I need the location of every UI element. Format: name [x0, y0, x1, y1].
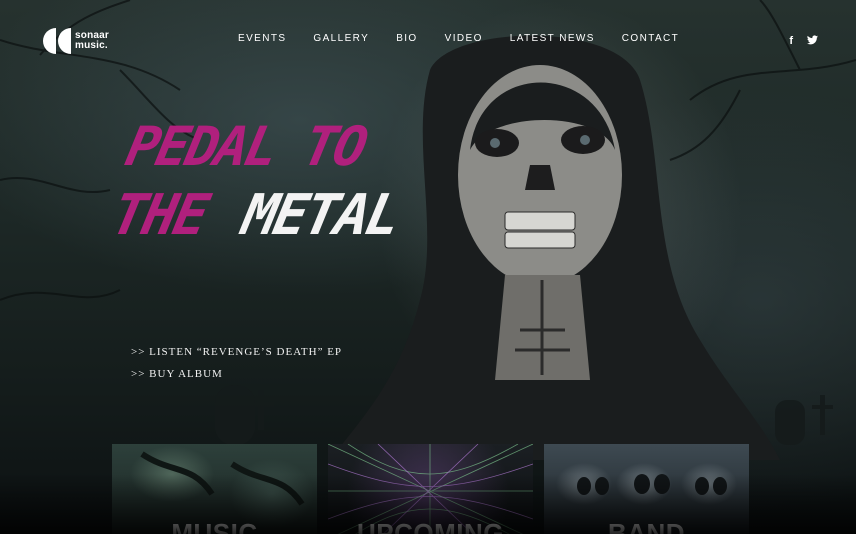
logo-text: sonaar music.	[75, 31, 109, 51]
headline-line1: PEDAL TO	[120, 115, 371, 178]
brand-logo[interactable]: sonaar music.	[43, 28, 109, 54]
nav-item-events[interactable]: EVENTS	[238, 33, 286, 44]
hero-headline: PEDAL TO THE METAL	[106, 115, 433, 248]
card-music[interactable]: MUSIC	[112, 444, 317, 534]
card-upcoming[interactable]: UPCOMING	[328, 444, 533, 534]
logo-mark-icon	[43, 28, 71, 54]
nav-item-contact[interactable]: CONTACT	[622, 33, 679, 44]
card-music-label: MUSIC	[171, 518, 258, 534]
headline-metal: METAL	[236, 183, 405, 248]
nav-item-latest-news[interactable]: LATEST NEWS	[510, 33, 595, 44]
nav-item-gallery[interactable]: GALLERY	[313, 33, 369, 44]
buy-album-link[interactable]: >> BUY ALBUM	[131, 368, 342, 380]
headline-the: THE	[105, 183, 212, 248]
hero-links: >> LISTEN “REVENGE’S DEATH” EP >> BUY AL…	[131, 346, 342, 390]
headline-line2: THE METAL	[106, 183, 419, 248]
logo-text-line2: music.	[75, 40, 108, 51]
nav-item-video[interactable]: VIDEO	[445, 33, 483, 44]
feature-cards: MUSIC UPCOMING BAND	[112, 444, 749, 534]
listen-ep-link[interactable]: >> LISTEN “REVENGE’S DEATH” EP	[131, 346, 342, 358]
card-band[interactable]: BAND	[544, 444, 749, 534]
nav-item-bio[interactable]: BIO	[396, 33, 417, 44]
card-upcoming-label: UPCOMING	[357, 518, 504, 534]
facebook-icon[interactable]: f	[789, 35, 793, 48]
twitter-icon[interactable]	[807, 35, 818, 48]
social-links: f	[789, 35, 818, 48]
main-nav: EVENTS GALLERY BIO VIDEO LATEST NEWS CON…	[238, 33, 706, 44]
card-band-label: BAND	[607, 518, 686, 534]
